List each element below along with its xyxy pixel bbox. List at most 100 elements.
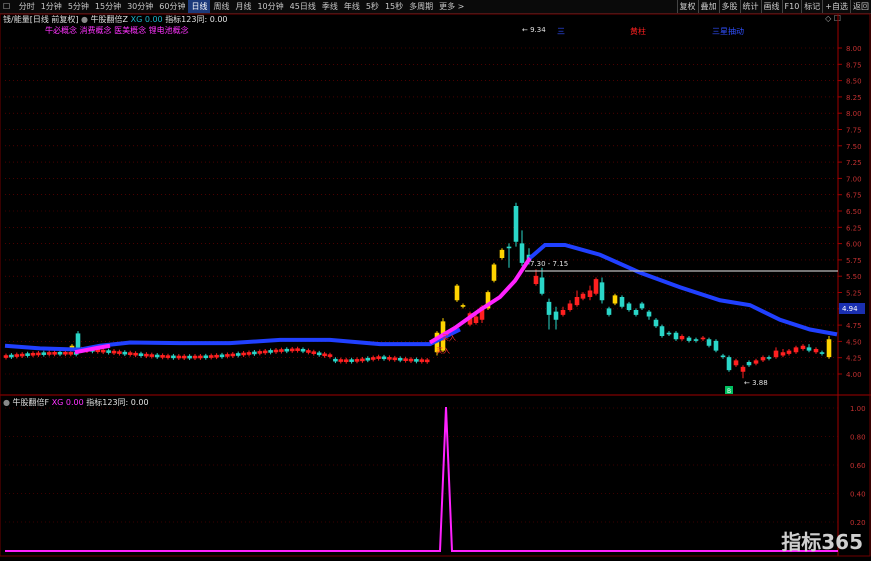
candle-body — [316, 352, 322, 356]
candle-body — [606, 308, 612, 315]
price-tick-label: 8.75 — [846, 61, 862, 69]
candle-body — [46, 352, 52, 355]
candle-body — [338, 359, 344, 362]
sub-tick-label: 0.40 — [850, 491, 866, 499]
candle-body — [14, 354, 20, 357]
candle-body — [235, 353, 241, 356]
candle-body — [826, 339, 832, 358]
candle-body — [726, 357, 732, 371]
price-tick-label: 8.00 — [846, 45, 862, 53]
candle-body — [241, 352, 246, 356]
price-chart[interactable]: 8.00 8.75 8.50 8.25 8.00 7.75 7.50 7.25 7.00 6.75… — [0, 0, 871, 561]
candle-body — [230, 353, 236, 357]
candle-body — [295, 348, 300, 351]
candle-body — [673, 332, 679, 340]
candle-body — [706, 339, 712, 346]
candle-body — [376, 356, 381, 359]
candle-body — [546, 301, 552, 315]
sub-indicator-extra: 指标123同: 0.00 — [86, 398, 149, 407]
candle-body — [41, 352, 47, 355]
buy-signal-2: 买入 — [436, 347, 450, 355]
candle-body — [225, 354, 230, 357]
price-tick-label: 4.75 — [846, 322, 862, 330]
candle-body — [68, 352, 74, 355]
price-tick-label: 4.50 — [846, 338, 862, 346]
candle-body — [160, 355, 165, 358]
candle-body — [786, 350, 792, 354]
candle-body — [25, 353, 30, 356]
candle-body — [333, 358, 338, 362]
candle-body — [593, 279, 599, 294]
candle-body — [567, 303, 573, 310]
candle-body — [246, 352, 252, 355]
ma-line-blue — [528, 243, 838, 337]
low-price-label: ← 3.88 — [744, 379, 768, 387]
price-tick-label: 4.00 — [846, 371, 862, 379]
candle-body — [499, 249, 505, 258]
candle-body — [397, 357, 403, 361]
candle-body — [533, 275, 539, 284]
candle-body — [679, 336, 685, 340]
candle-body — [580, 293, 586, 299]
candle-body — [700, 337, 706, 340]
candle-body — [819, 352, 825, 354]
candle-body — [75, 333, 81, 348]
candle-body — [322, 353, 327, 357]
candle-body — [306, 350, 311, 353]
candle-body — [289, 348, 295, 352]
price-tick-label: 5.50 — [846, 273, 862, 281]
candle-body — [454, 285, 460, 301]
candle-body — [203, 355, 209, 359]
candle-body — [800, 345, 806, 349]
indicator-dot-icon[interactable]: ● — [3, 398, 10, 407]
candle-body — [473, 316, 479, 323]
candle-body — [214, 354, 219, 358]
candle-body — [773, 350, 779, 358]
candle-body — [154, 354, 160, 358]
candle-body — [513, 206, 519, 242]
candle-body — [127, 352, 133, 355]
candle-body — [52, 352, 57, 355]
candle-body — [176, 355, 182, 359]
candle-body — [106, 350, 111, 353]
candle-body — [693, 339, 699, 341]
candle-body — [560, 310, 566, 315]
price-tick-label: 7.00 — [846, 175, 862, 183]
candle-body — [262, 350, 268, 354]
sub-tick-label: 1.00 — [850, 405, 866, 413]
candle-body — [117, 351, 122, 354]
candle-body — [284, 348, 290, 352]
current-price-label: 4.94 — [842, 305, 858, 313]
candle-body — [553, 311, 559, 320]
price-tick-label: 8.25 — [846, 94, 862, 102]
candle-body — [403, 358, 408, 361]
high-price-label: ← 9.34 — [522, 26, 546, 34]
candle-body — [740, 366, 746, 372]
price-tick-label: 4.25 — [846, 355, 862, 363]
candle-body — [354, 359, 360, 362]
candle-body — [587, 290, 593, 297]
candle-body — [780, 352, 786, 356]
candle-body — [149, 354, 155, 357]
candle-body — [300, 348, 306, 352]
candle-body — [659, 326, 665, 336]
price-tick-label: 8.00 — [846, 110, 862, 118]
candle-body — [424, 359, 430, 363]
candle-body — [36, 352, 41, 356]
candle-body — [19, 353, 25, 357]
signal-line — [5, 406, 838, 552]
candle-body — [506, 246, 512, 249]
price-tick-label: 7.25 — [846, 159, 862, 167]
annotation-a: 三 — [557, 27, 565, 36]
candle-body — [539, 277, 545, 294]
candle-body — [208, 355, 214, 358]
candle-body — [3, 355, 9, 358]
candle-body — [257, 351, 263, 354]
candle-body — [519, 243, 525, 263]
candle-body — [133, 352, 138, 356]
candle-body — [639, 303, 645, 309]
sub-indicator-title[interactable]: 牛股翻倍F — [13, 398, 50, 407]
candle-body — [100, 349, 106, 353]
brand-text: 指标365 — [781, 530, 863, 554]
candle-body — [171, 355, 176, 359]
